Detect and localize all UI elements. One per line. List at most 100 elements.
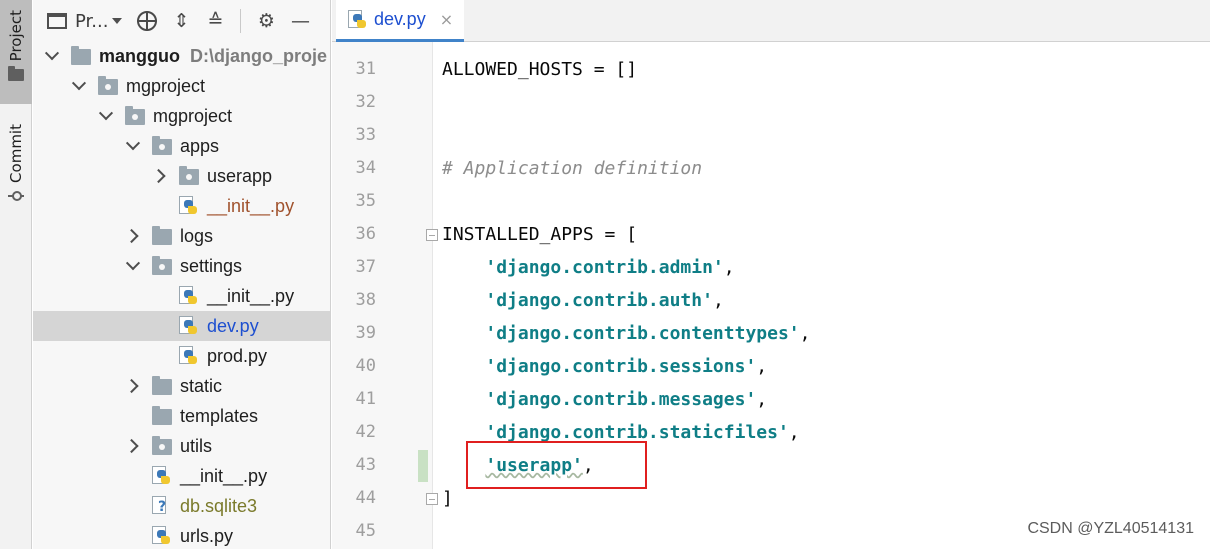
tree-item[interactable]: userapp [33, 161, 330, 191]
commit-tool-tab-label: Commit [7, 124, 25, 183]
code-string: 'django.contrib.sessions' [485, 356, 757, 377]
gear-icon: ⚙ [257, 10, 275, 32]
settings-button[interactable]: ⚙ [249, 6, 283, 36]
chevron-right-icon[interactable] [126, 379, 140, 393]
project-tool-tab[interactable]: Project [0, 0, 32, 104]
code-string: 'django.contrib.staticfiles' [485, 422, 789, 443]
code-string: 'django.contrib.contenttypes' [485, 323, 800, 344]
tree-item[interactable]: urls.py [33, 521, 330, 549]
expand-all-button[interactable]: ⇕ [164, 6, 198, 36]
tree-item-label: static [180, 375, 223, 396]
code-text: , [756, 389, 768, 410]
code-text: INSTALLED_APPS = [ [442, 224, 638, 245]
tree-item[interactable]: __init__.py [33, 461, 330, 491]
code-comment: # Application definition [442, 158, 703, 179]
annotation-highlight-box [466, 441, 647, 489]
tree-item-label: templates [180, 405, 259, 426]
expand-all-icon: ⇕ [173, 10, 190, 32]
code-text: ] [442, 488, 453, 509]
python-file-icon [152, 526, 170, 546]
code-line[interactable]: 'django.contrib.auth', [442, 290, 723, 311]
project-tool-tab-label: Project [7, 10, 25, 62]
code-line[interactable]: 'django.contrib.staticfiles', [442, 422, 800, 443]
chevron-right-icon[interactable] [126, 229, 140, 243]
project-view-selector[interactable]: Pr... [47, 6, 123, 36]
chevron-down-icon[interactable] [99, 109, 113, 123]
project-toolbar: Pr... ⇕ ≙ ⚙ — [33, 0, 330, 42]
tree-item[interactable]: __init__.py [33, 191, 330, 221]
tree-item[interactable]: __init__.py [33, 281, 330, 311]
watermark: CSDN @YZL40514131 [1027, 520, 1194, 537]
tree-item[interactable]: static [33, 371, 330, 401]
code-text: , [788, 422, 800, 443]
chevron-right-icon[interactable] [153, 169, 167, 183]
collapse-all-button[interactable]: ≙ [198, 6, 232, 36]
tree-item-label: db.sqlite3 [180, 495, 258, 516]
code-line[interactable]: INSTALLED_APPS = [ [442, 224, 637, 245]
code-line[interactable]: ] [442, 488, 453, 509]
line-number: 44 [355, 488, 376, 508]
chevron-down-icon [112, 18, 123, 24]
tree-item-label: apps [180, 135, 220, 156]
tree-item[interactable]: dev.py [33, 311, 330, 341]
collapse-all-icon: ≙ [207, 10, 224, 32]
code-line[interactable]: 'django.contrib.messages', [442, 389, 767, 410]
tree-item-label: urls.py [180, 525, 234, 546]
code-line[interactable]: 'django.contrib.contenttypes', [442, 323, 810, 344]
tree-item[interactable]: ? db.sqlite3 [33, 491, 330, 521]
code-text: , [756, 356, 768, 377]
python-file-icon [179, 346, 197, 366]
commit-icon [8, 189, 24, 203]
tool-window-strip: Project Commit [0, 0, 32, 549]
code-string: 'django.contrib.messages' [485, 389, 757, 410]
tree-item[interactable]: mgproject [33, 101, 330, 131]
commit-tool-tab[interactable]: Commit [0, 118, 32, 210]
tree-item[interactable]: prod.py [33, 341, 330, 371]
vcs-change-marker[interactable] [418, 450, 428, 482]
tree-item[interactable]: mangguo D:\django_proje [33, 41, 330, 71]
code-line[interactable]: ALLOWED_HOSTS = [] [442, 59, 637, 80]
folder-icon [71, 46, 91, 65]
tree-item-label: mangguo D:\django_proje [99, 45, 328, 66]
editor-tab-label: dev.py [374, 9, 426, 29]
tree-item[interactable]: logs [33, 221, 330, 251]
folder-icon [152, 376, 172, 395]
fold-marker-icon[interactable] [426, 229, 438, 241]
folder-icon [152, 406, 172, 425]
tree-item[interactable]: mgproject [33, 71, 330, 101]
tree-item[interactable]: templates [33, 401, 330, 431]
tree-item[interactable]: apps [33, 131, 330, 161]
tree-item[interactable]: utils [33, 431, 330, 461]
code-line[interactable]: # Application definition [442, 158, 702, 179]
tree-item[interactable]: settings [33, 251, 330, 281]
package-folder-icon [152, 256, 172, 275]
hide-panel-button[interactable]: — [283, 6, 317, 36]
tree-item-label: mgproject [126, 75, 206, 96]
line-number: 36 [355, 224, 376, 244]
line-number: 33 [355, 125, 376, 145]
code-text: ALLOWED_HOSTS = [] [442, 59, 638, 80]
editor-tab-dev-py[interactable]: dev.py × [336, 0, 464, 42]
chevron-down-icon[interactable] [72, 79, 86, 93]
code-text: , [723, 257, 735, 278]
close-tab-icon[interactable]: × [440, 10, 453, 29]
locate-file-button[interactable] [130, 6, 164, 36]
chevron-down-icon[interactable] [126, 259, 140, 273]
code-line[interactable]: 'django.contrib.sessions', [442, 356, 767, 377]
chevron-down-icon[interactable] [126, 139, 140, 153]
tree-item-label: __init__.py [207, 195, 295, 216]
package-folder-icon [179, 166, 199, 185]
project-panel: Pr... ⇕ ≙ ⚙ — mangguo D:\django_projemgpr… [33, 0, 331, 549]
package-folder-icon [125, 106, 145, 125]
chevron-right-icon[interactable] [126, 439, 140, 453]
code-line[interactable]: 'django.contrib.admin', [442, 257, 735, 278]
toolbar-divider [240, 9, 242, 33]
line-number: 34 [355, 158, 376, 178]
tree-item-label: mgproject [153, 105, 233, 126]
python-file-icon [179, 196, 197, 216]
fold-marker-icon[interactable] [426, 493, 438, 505]
chevron-down-icon[interactable] [45, 49, 59, 63]
